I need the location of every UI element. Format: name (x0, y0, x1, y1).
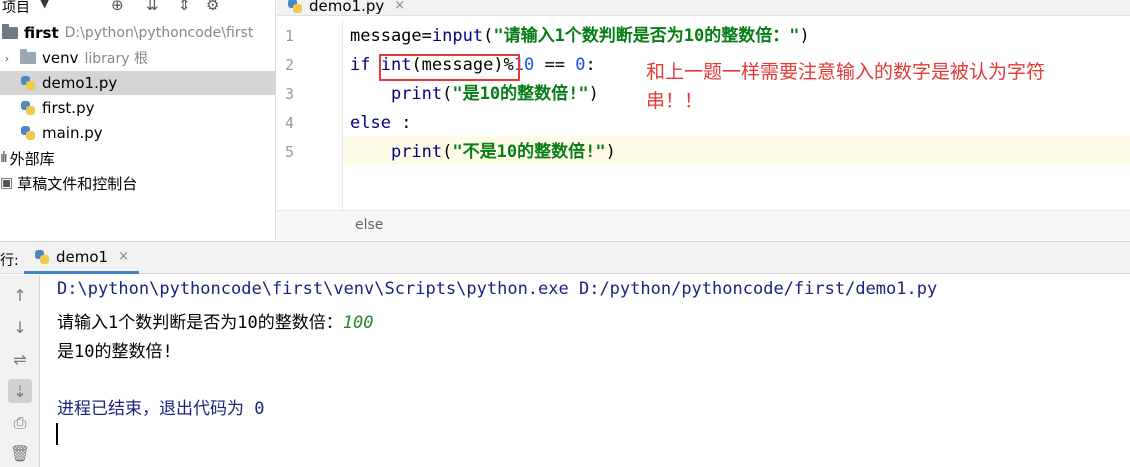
library-icon: ılı (0, 150, 8, 166)
code-token: == (534, 55, 576, 75)
tree-item-root[interactable]: first D:\python\pythoncode\first (0, 21, 276, 45)
console-prompt: 请输入1个数判断是否为10的整数倍： (57, 313, 343, 333)
code-token: ( (442, 142, 453, 162)
arrow-up-icon[interactable]: ↑ (8, 283, 32, 307)
print-icon[interactable]: ⎙ (8, 411, 32, 435)
settings-icon[interactable]: ⚙ (206, 0, 219, 14)
console-input-value: 100 (342, 313, 374, 333)
code-token: : (390, 113, 412, 133)
code-line-4: else : (350, 109, 411, 138)
code-string: "请输入1个数判断是否为10的整数倍：" (493, 26, 800, 46)
locate-icon[interactable]: ⊕ (111, 0, 124, 14)
tree-item-venv[interactable]: › venv library 根 (0, 46, 276, 70)
code-token: input (431, 26, 484, 46)
tree-item-first[interactable]: first.py (0, 96, 276, 120)
arrow-down-icon[interactable]: ↓ (8, 315, 32, 339)
expand-all-icon[interactable]: ⇕ (178, 0, 191, 14)
code-token: message= (350, 26, 432, 46)
code-token: : (585, 55, 596, 75)
code-number: 0 (575, 55, 586, 75)
venv-folder-name: venv (42, 49, 79, 67)
console-prompt-line: 请输入1个数判断是否为10的整数倍：100 (57, 308, 373, 333)
python-file-icon (20, 100, 36, 116)
scratches-label: 草稿文件和控制台 (17, 174, 138, 193)
code-token: print (390, 84, 443, 104)
breadcrumb[interactable]: else (355, 217, 383, 233)
code-token: ) (588, 84, 599, 104)
line-number: 1 (285, 27, 295, 45)
console-output-line: 是10的整数倍! (57, 342, 173, 362)
editor-tab-demo1[interactable]: demo1.py × (287, 0, 405, 16)
file-name: first.py (42, 99, 95, 117)
python-file-icon (20, 125, 36, 141)
tree-item-scratches[interactable]: ▣ 草稿文件和控制台 (0, 171, 276, 195)
line-number: 5 (285, 143, 295, 161)
external-libraries-label: 外部库 (9, 149, 55, 168)
code-string: "不是10的整数倍!" (452, 142, 606, 162)
code-token: print (390, 142, 443, 162)
tree-item-main[interactable]: main.py (0, 121, 276, 145)
venv-hint: library 根 (84, 51, 149, 67)
folder-icon (2, 24, 18, 39)
annotation-note: 和上一题一样需要注意输入的数字是被认为字符串！！ (646, 61, 1046, 112)
breadcrumb-bar: else (277, 210, 1130, 240)
folder-icon (20, 49, 36, 64)
run-console[interactable]: D:\python\pythoncode\first\venv\Scripts\… (41, 275, 1130, 467)
line-number: 4 (285, 114, 295, 132)
file-name: main.py (42, 124, 103, 142)
editor-tab-label: demo1.py (309, 0, 385, 15)
line-number: 3 (285, 85, 295, 103)
editor-tab-bar: demo1.py × (277, 0, 1130, 16)
root-folder-path: D:\python\pythoncode\first (64, 25, 254, 41)
line-number: 2 (285, 56, 295, 74)
console-exit-line: 进程已结束，退出代码为 0 (57, 399, 265, 419)
code-string: "是10的整数倍!" (452, 84, 589, 104)
python-file-icon (287, 0, 303, 14)
code-token: ( (442, 84, 453, 104)
code-keyword: else (350, 113, 391, 133)
text-cursor (56, 423, 58, 445)
project-view-dropdown-icon[interactable]: ▼ (40, 0, 49, 10)
soft-wrap-icon[interactable]: ⇌ (8, 347, 32, 371)
code-token: ( (483, 26, 494, 46)
close-icon[interactable]: × (118, 249, 129, 264)
file-name: demo1.py (42, 74, 118, 92)
code-keyword: if (350, 55, 381, 75)
tree-item-external-libraries[interactable]: ılı 外部库 (0, 146, 276, 170)
collapse-all-icon[interactable]: ⇊ (146, 0, 159, 14)
project-view-label[interactable]: 项目 (2, 0, 30, 17)
chevron-right-icon[interactable]: › (0, 52, 14, 65)
run-tab-demo1[interactable]: demo1 × (24, 242, 139, 274)
line-number-gutter: 1 2 3 4 5 (277, 20, 343, 210)
run-panel-header: 行: demo1 × (0, 241, 1130, 274)
annotation-highlight-box (379, 54, 520, 81)
project-panel: 项目 ▼ ⊕ ⇊ ⇕ ⚙ first D:\python\pythoncode\… (0, 0, 276, 240)
python-file-icon (34, 249, 50, 265)
run-tab-label: demo1 (56, 247, 109, 266)
close-icon[interactable]: × (394, 0, 405, 13)
scratches-icon: ▣ (0, 175, 14, 191)
code-token: ) (605, 142, 616, 162)
scroll-to-end-icon[interactable]: ⇣ (8, 379, 32, 403)
trash-icon[interactable]: 🗑 (8, 441, 32, 465)
tree-item-demo1[interactable]: demo1.py (0, 71, 276, 95)
code-line-3: print("是10的整数倍!") (350, 80, 599, 109)
project-toolbar: 项目 ▼ ⊕ ⇊ ⇕ ⚙ (0, 0, 276, 20)
code-token: ) (799, 26, 810, 46)
python-file-icon (20, 75, 36, 91)
run-toolbar: ↑ ↓ ⇌ ⇣ ⎙ 🗑 (0, 275, 40, 467)
root-folder-name: first (24, 24, 59, 42)
code-line-1: message=input("请输入1个数判断是否为10的整数倍：") (350, 22, 810, 51)
console-command-line: D:\python\pythoncode\first\venv\Scripts\… (57, 279, 938, 299)
code-line-5: print("不是10的整数倍!") (350, 138, 616, 167)
run-label: 行: (0, 253, 19, 269)
